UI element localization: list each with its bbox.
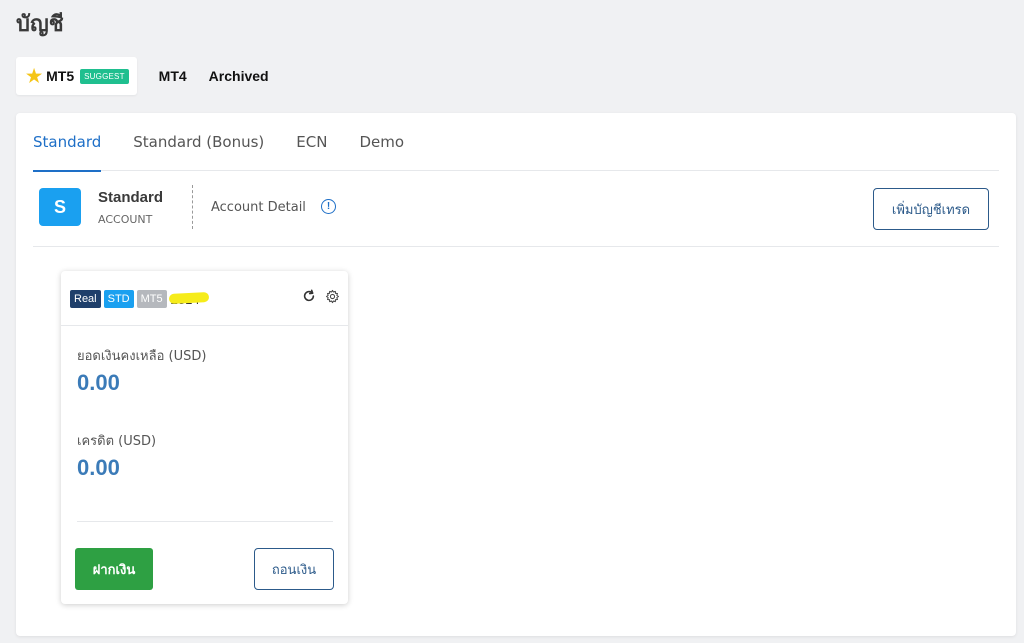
account-type-name: Standard: [98, 189, 164, 206]
balance-label: ยอดเงินคงเหลือ (USD): [77, 349, 207, 364]
withdraw-button[interactable]: ถอนเงิน: [254, 548, 334, 590]
card-divider: [77, 521, 333, 522]
account-number: 2814: [168, 291, 209, 307]
tab-mt4[interactable]: MT4: [145, 57, 201, 95]
refresh-icon[interactable]: [302, 289, 316, 303]
tab-mt5[interactable]: ★ MT5 SUGGEST: [16, 57, 137, 95]
tab-archived[interactable]: Archived: [201, 57, 277, 95]
trading-account-card: Real STD MT5 2814 ยอดเงินคงเหลือ (USD) 0…: [61, 271, 348, 604]
account-detail-label: Account Detail: [211, 200, 306, 215]
redaction-mark: [168, 291, 209, 304]
deposit-button[interactable]: ฝากเงิน: [75, 548, 153, 590]
accounts-panel: Standard Standard (Bonus) ECN Demo S Sta…: [16, 113, 1016, 636]
tab-ecn[interactable]: ECN: [296, 113, 327, 171]
tab-mt5-label: MT5: [46, 68, 75, 84]
info-icon[interactable]: !: [321, 199, 336, 214]
tab-demo[interactable]: Demo: [359, 113, 404, 171]
credit-value: 0.00: [77, 455, 120, 480]
account-header: S Standard ACCOUNT Account Detail ! เพิ่…: [33, 171, 999, 247]
suggest-badge: SUGGEST: [80, 68, 129, 84]
gear-icon[interactable]: [325, 289, 340, 304]
account-type-sub: ACCOUNT: [98, 213, 153, 226]
mt5-badge: MT5: [136, 290, 167, 308]
credit-label: เครดิต (USD): [77, 434, 157, 449]
card-header: Real STD MT5 2814: [61, 271, 348, 326]
balance-value: 0.00: [77, 370, 120, 395]
divider: [192, 185, 193, 229]
account-type-tabs: Standard Standard (Bonus) ECN Demo: [33, 113, 999, 172]
tab-standard-bonus[interactable]: Standard (Bonus): [133, 113, 264, 171]
add-trading-account-button[interactable]: เพิ่มบัญชีเทรด: [873, 188, 989, 230]
account-badges: Real STD MT5 2814: [70, 290, 209, 308]
std-badge: STD: [103, 290, 134, 308]
tab-standard[interactable]: Standard: [33, 113, 102, 172]
platform-tabs: ★ MT5 SUGGEST MT4 Archived: [16, 57, 277, 95]
real-badge: Real: [70, 290, 101, 308]
account-type-icon: S: [39, 188, 81, 226]
star-icon: ★: [26, 66, 43, 86]
page-title: บัญชี: [16, 12, 64, 37]
